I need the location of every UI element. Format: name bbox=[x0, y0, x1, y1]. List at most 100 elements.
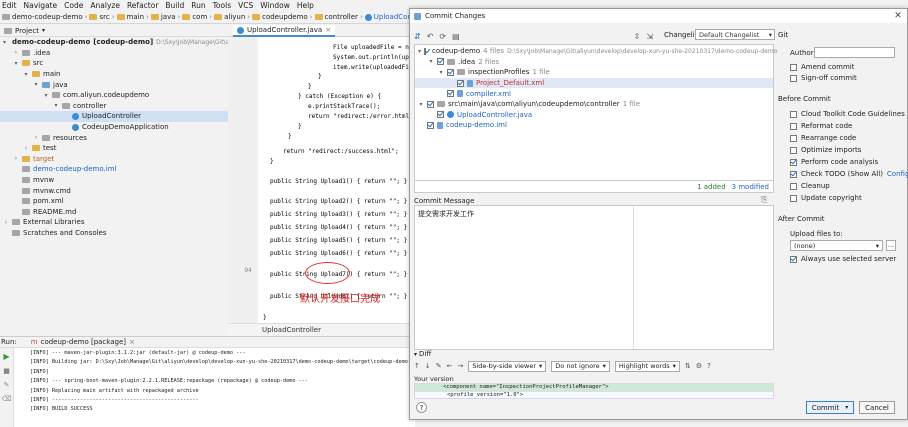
before-commit-checkbox[interactable] bbox=[790, 122, 797, 130]
pin-icon[interactable]: ✎ bbox=[0, 381, 13, 389]
tree-item[interactable]: › test bbox=[0, 143, 228, 154]
change-item[interactable]: ▾ inspectionProfiles 1 file bbox=[415, 67, 773, 78]
highlight-select[interactable]: Highlight words ▾ bbox=[614, 360, 680, 372]
chevron-down-icon[interactable]: ▾ bbox=[845, 404, 848, 411]
signoff-commit-option[interactable]: Sign-off commit bbox=[790, 72, 857, 84]
chevron-down-icon[interactable]: ▾ bbox=[418, 101, 424, 108]
tree-item[interactable]: ▾ java bbox=[0, 79, 228, 90]
before-commit-checkbox[interactable] bbox=[790, 182, 797, 190]
breadcrumb-item[interactable]: main bbox=[116, 13, 144, 21]
arrow-down-icon[interactable]: ↓ bbox=[425, 362, 431, 370]
change-item[interactable]: ▾ codeup-demo 4 files D:\Sxy\Job\Manage\Git… bbox=[415, 46, 777, 57]
before-commit-option[interactable]: Optimize imports bbox=[790, 144, 908, 156]
edit-icon[interactable]: ✎ bbox=[436, 362, 442, 370]
breadcrumb-item[interactable]: src bbox=[89, 13, 110, 21]
before-commit-checkbox[interactable] bbox=[790, 194, 797, 202]
author-field[interactable] bbox=[814, 47, 895, 58]
tree-item[interactable]: mvnw.cmd bbox=[0, 185, 228, 196]
change-checkbox[interactable] bbox=[424, 47, 427, 55]
tree-item[interactable]: › target bbox=[0, 154, 228, 165]
change-checkbox[interactable] bbox=[437, 58, 444, 66]
chevron-right-icon[interactable]: › bbox=[13, 155, 19, 162]
browse-button[interactable]: ... bbox=[886, 240, 896, 251]
menu-item-tools[interactable]: Tools bbox=[213, 1, 231, 10]
close-icon[interactable]: × bbox=[129, 338, 135, 346]
menu-item-analyze[interactable]: Analyze bbox=[90, 1, 120, 10]
before-commit-option[interactable]: Rearrange code bbox=[790, 132, 908, 144]
tree-item[interactable]: ▾ main bbox=[0, 69, 228, 80]
tree-item[interactable]: CodeupDemoApplication bbox=[0, 122, 228, 133]
chevron-down-icon[interactable]: ▾ bbox=[13, 60, 19, 67]
tree-item[interactable]: › resources bbox=[0, 132, 228, 143]
chevron-right-icon[interactable]: › bbox=[13, 49, 19, 56]
menu-item-edit[interactable]: Edit bbox=[2, 1, 17, 10]
chevron-down-icon[interactable]: ▾ bbox=[23, 71, 29, 78]
group-by-icon[interactable]: ▤ bbox=[452, 32, 460, 41]
chevron-down-icon[interactable]: ▾ bbox=[33, 81, 39, 88]
collapse-unchanged-icon[interactable]: ⇅ bbox=[685, 362, 691, 370]
chevron-right-icon[interactable]: › bbox=[3, 219, 9, 226]
tree-item[interactable]: ▾ com.aliyun.codeupdemo bbox=[0, 90, 228, 101]
cancel-button[interactable]: Cancel bbox=[859, 401, 895, 414]
close-icon[interactable]: × bbox=[325, 26, 331, 34]
change-checkbox[interactable] bbox=[427, 121, 434, 129]
ignore-select[interactable]: Do not ignore ▾ bbox=[551, 360, 610, 372]
change-item[interactable]: ▾ src\main\java\com\aliyun\codeupdemo\con… bbox=[415, 99, 773, 110]
chevron-down-icon[interactable]: ▾ bbox=[42, 27, 45, 34]
chevron-down-icon[interactable]: ▾ bbox=[3, 39, 6, 46]
before-commit-checkbox[interactable] bbox=[790, 110, 797, 118]
editor-tab-uploadcontroller[interactable]: UploadController.java × bbox=[233, 25, 336, 37]
upload-server-select[interactable]: (none) ▾ bbox=[790, 240, 883, 251]
refresh-icon[interactable]: ⟳ bbox=[439, 32, 446, 41]
before-commit-option[interactable]: Cleanup bbox=[790, 180, 908, 192]
menu-item-code[interactable]: Code bbox=[64, 1, 83, 10]
menu-item-vcs[interactable]: VCS bbox=[238, 1, 253, 10]
before-commit-option[interactable]: Reformat code bbox=[790, 120, 908, 132]
tree-item[interactable]: ▾ demo-codeup-demo [codeup-demo] D:\Sxy\Job… bbox=[0, 37, 257, 48]
chevron-right-icon[interactable]: › bbox=[23, 145, 29, 152]
breadcrumb-item[interactable]: demo-codeup-demo bbox=[2, 13, 83, 21]
breadcrumb-item[interactable]: controller bbox=[314, 13, 358, 21]
trash-icon[interactable]: ⌫ bbox=[0, 395, 13, 403]
tree-item[interactable]: demo-codeup-demo.iml bbox=[0, 164, 228, 175]
rerun-icon[interactable]: ▶ bbox=[0, 352, 13, 361]
help-button[interactable]: ? bbox=[416, 402, 427, 413]
stop-icon[interactable]: ■ bbox=[0, 367, 13, 375]
chevron-down-icon[interactable]: ▾ bbox=[53, 102, 59, 109]
rollback-icon[interactable]: ↶ bbox=[427, 32, 434, 41]
before-commit-option[interactable]: Update copyright bbox=[790, 192, 908, 204]
settings-icon[interactable]: ⚙ bbox=[696, 362, 702, 370]
menu-item-build[interactable]: Build bbox=[165, 1, 184, 10]
menu-item-run[interactable]: Run bbox=[191, 1, 205, 10]
always-use-server-option[interactable]: Always use selected server bbox=[790, 253, 896, 265]
change-item[interactable]: UploadController.java bbox=[415, 110, 773, 121]
menu-item-help[interactable]: Help bbox=[297, 1, 314, 10]
expand-all-icon[interactable]: ⇳ bbox=[634, 32, 641, 41]
change-item[interactable]: Project_Default.xml bbox=[415, 77, 773, 89]
chevron-down-icon[interactable]: ▾ bbox=[418, 48, 421, 55]
before-commit-option[interactable]: Perform code analysis bbox=[790, 156, 908, 168]
before-commit-option[interactable]: Cloud Toolkit Code Guidelines bbox=[790, 108, 908, 120]
change-item[interactable]: ▾ .idea 2 files bbox=[415, 57, 773, 68]
breadcrumb-item[interactable]: codeupdemo bbox=[252, 13, 308, 21]
chevron-down-icon[interactable]: ▾ bbox=[43, 92, 49, 99]
before-commit-checkbox[interactable] bbox=[790, 134, 797, 142]
breadcrumb-item[interactable]: UploadController bbox=[364, 13, 415, 21]
before-commit-checkbox[interactable] bbox=[790, 146, 797, 154]
change-checkbox[interactable] bbox=[457, 79, 464, 87]
tree-item[interactable]: pom.xml bbox=[0, 196, 228, 207]
tree-item[interactable]: README.md bbox=[0, 207, 228, 218]
configure-link[interactable]: Configure bbox=[887, 170, 908, 178]
menu-item-window[interactable]: Window bbox=[260, 1, 290, 10]
viewer-select[interactable]: Side-by-side viewer ▾ bbox=[468, 360, 547, 372]
arrow-left-icon[interactable]: ← bbox=[447, 362, 453, 370]
tree-item[interactable]: › .idea bbox=[0, 48, 228, 59]
change-checkbox[interactable] bbox=[447, 68, 454, 76]
diff-viewer[interactable]: <component name="InspectionProjectProfil… bbox=[414, 383, 774, 399]
change-checkbox[interactable] bbox=[437, 111, 444, 119]
before-commit-checkbox[interactable] bbox=[790, 170, 797, 178]
change-checkbox[interactable] bbox=[447, 90, 454, 98]
always-use-server-checkbox[interactable] bbox=[790, 255, 797, 263]
arrow-up-icon[interactable]: ↑ bbox=[414, 362, 420, 370]
tree-item[interactable]: ▾ controller bbox=[0, 101, 228, 112]
